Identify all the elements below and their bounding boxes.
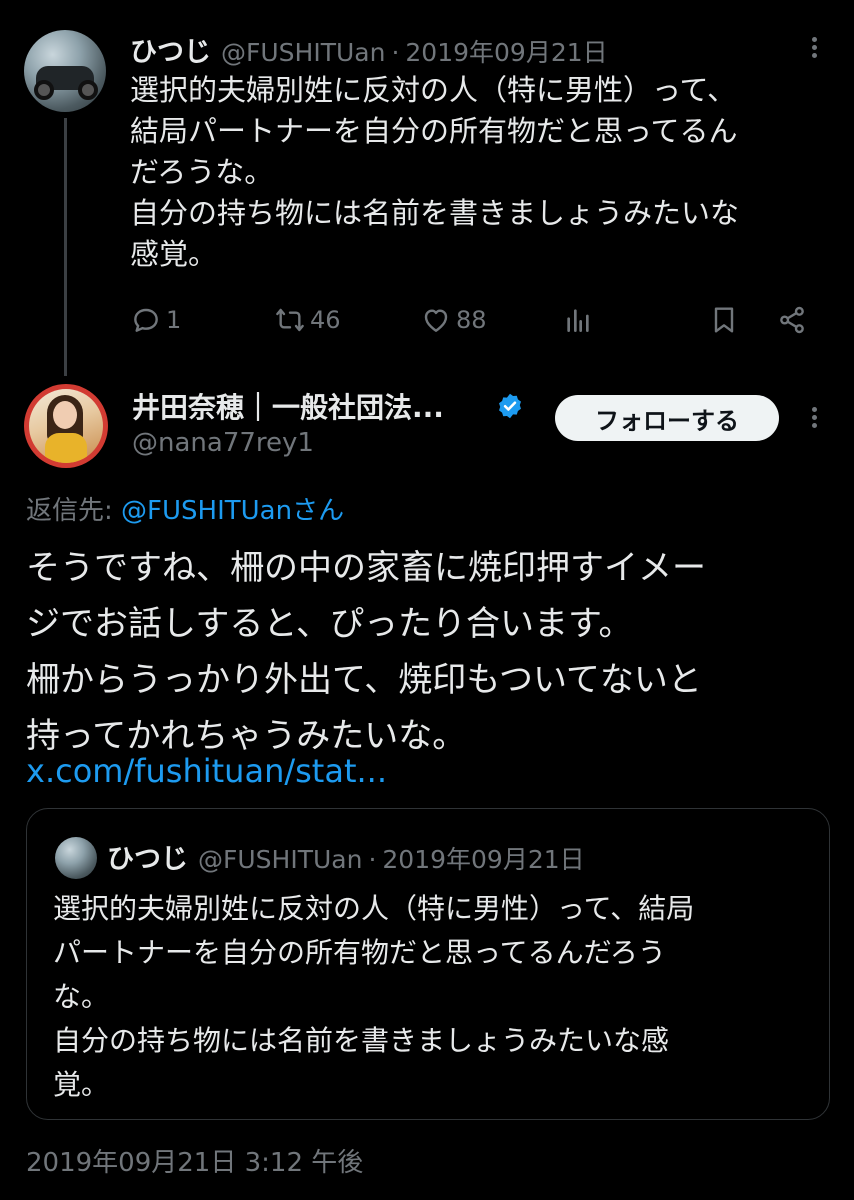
tweet-text-line: そうですね、柵の中の家畜に焼印押すイメー	[26, 548, 706, 588]
author-name[interactable]: ひつじ	[130, 30, 211, 69]
avatar[interactable]	[24, 384, 108, 468]
retweet-icon	[276, 308, 304, 332]
bookmark-button[interactable]	[708, 298, 740, 342]
avatar	[55, 837, 97, 879]
tweet-text-line: 自分の持ち物には名前を書きましょうみたいな	[130, 196, 740, 230]
reply-to-prefix: 返信先:	[26, 496, 122, 526]
tweet-text-line: 柵からうっかり外出て、焼印もついてないと	[26, 660, 702, 700]
reply-to-mention[interactable]: @FUSHITUanさん	[121, 496, 344, 526]
bookmark-icon	[714, 307, 734, 333]
tweet-text-line: 自分の持ち物には名前を書きましょうみたいな感	[53, 1024, 670, 1057]
more-icon[interactable]	[804, 34, 824, 64]
tweet-timestamp[interactable]: 2019年09月21日 3:12 午後	[26, 1142, 363, 1179]
tweet-text-line: パートナーを自分の所有物だと思ってるんだろう	[53, 936, 666, 969]
views-button[interactable]	[562, 298, 594, 342]
tweet-date[interactable]: 2019年09月21日	[405, 33, 607, 69]
separator-dot: ·	[391, 38, 400, 67]
reply-count: 1	[166, 306, 182, 334]
parent-tweet[interactable]: ひつじ @FUSHITUan · 2019年09月21日 選択的夫婦別姓に反対の…	[0, 0, 854, 376]
share-button[interactable]	[776, 298, 808, 342]
quoted-author-name: ひつじ	[107, 844, 188, 875]
reply-button[interactable]: 1	[130, 298, 181, 342]
tweet-text-line: 覚。	[53, 1068, 110, 1101]
views-icon	[567, 309, 589, 332]
tweet-text: 選択的夫婦別姓に反対の人（特に男性）って、 結局パートナーを自分の所有物だと思っ…	[130, 70, 830, 275]
quoted-tweet-card[interactable]: ひつじ @FUSHITUan · 2019年09月21日 選択的夫婦別姓に反対の…	[26, 808, 830, 1120]
quoted-author-handle: @FUSHITUan	[198, 845, 363, 874]
quoted-tweet-date: 2019年09月21日	[382, 845, 585, 874]
author-handle[interactable]: @nana77rey1	[132, 428, 314, 458]
tweet-text-line: だろうな。	[130, 155, 274, 189]
retweet-button[interactable]: 46	[274, 298, 341, 342]
verified-badge-icon	[499, 393, 521, 419]
more-icon[interactable]	[804, 404, 824, 434]
tweet-link[interactable]: x.com/fushituan/stat...	[26, 752, 387, 790]
like-count: 88	[456, 306, 487, 334]
tweet-actions: 1 46 88	[130, 298, 820, 342]
tweet-text-line: 選択的夫婦別姓に反対の人（特に男性）って、結局	[53, 892, 695, 925]
tweet-header: ひつじ @FUSHITUan · 2019年09月21日	[130, 30, 608, 68]
share-icon	[780, 306, 804, 334]
separator-dot: ·	[368, 845, 377, 874]
follow-button[interactable]: フォローする	[555, 395, 779, 441]
author-handle[interactable]: @FUSHITUan	[221, 38, 385, 67]
tweet-text: そうですね、柵の中の家畜に焼印押すイメー ジでお話しすると、ぴったり合います。 …	[26, 540, 826, 764]
tweet-text-line: 感覚。	[130, 237, 218, 271]
like-icon	[424, 309, 448, 332]
thread-connector-line	[64, 118, 67, 376]
quoted-tweet-text: 選択的夫婦別姓に反対の人（特に男性）って、結局 パートナーを自分の所有物だと思っ…	[53, 887, 813, 1107]
tweet-text-line: な。	[53, 980, 110, 1013]
tweet-text-line: 選択的夫婦別姓に反対の人（特に男性）って、	[130, 73, 737, 107]
like-button[interactable]: 88	[420, 298, 487, 342]
quoted-tweet-header: ひつじ @FUSHITUan · 2019年09月21日	[107, 837, 585, 876]
author-name[interactable]: 井田奈穂｜一般社団法...	[132, 386, 444, 426]
avatar[interactable]	[24, 30, 106, 112]
tweet-text-line: ジでお話しすると、ぴったり合います。	[26, 604, 633, 644]
tweet-text-line: 結局パートナーを自分の所有物だと思ってるん	[130, 114, 738, 148]
reply-icon	[134, 308, 158, 332]
retweet-count: 46	[310, 306, 341, 334]
reply-to-line: 返信先: @FUSHITUanさん	[26, 490, 344, 527]
